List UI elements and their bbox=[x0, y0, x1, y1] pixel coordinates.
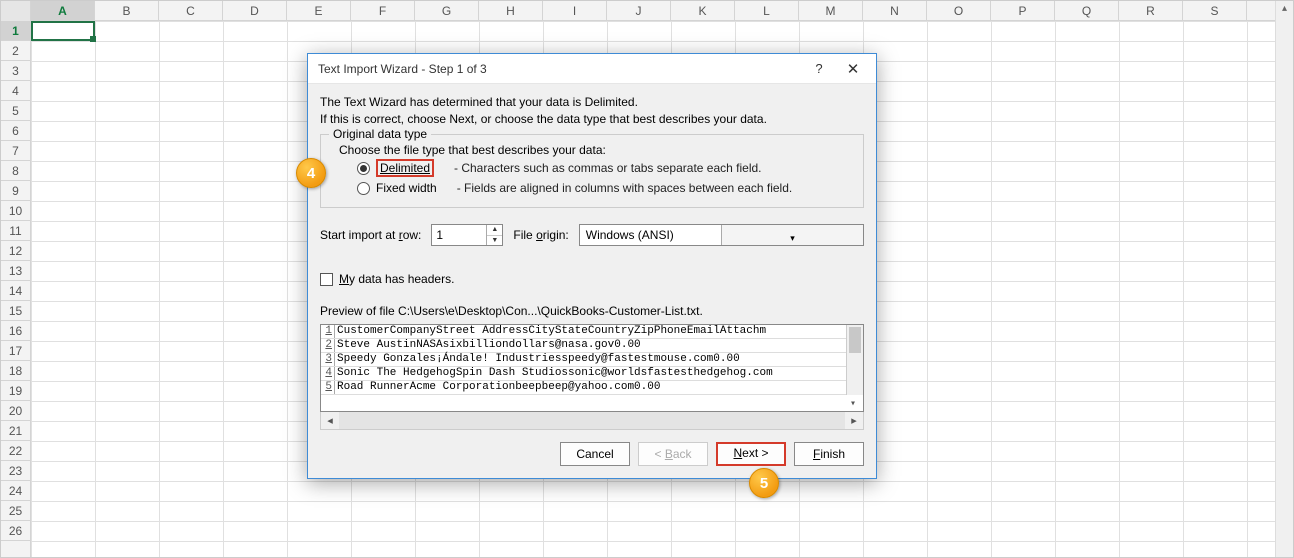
dialog-titlebar[interactable]: Text Import Wizard - Step 1 of 3 ? ✕ bbox=[308, 54, 876, 84]
group-hint: Choose the file type that best describes… bbox=[329, 143, 855, 157]
column-header-J[interactable]: J bbox=[607, 1, 671, 20]
scroll-left-icon[interactable]: ◂ bbox=[321, 414, 339, 427]
scroll-up-icon[interactable]: ▴ bbox=[1276, 1, 1293, 19]
radio-fixed-label[interactable]: Fixed width bbox=[376, 181, 437, 195]
preview-horizontal-scrollbar[interactable]: ◂ ▸ bbox=[320, 412, 864, 430]
preview-label: Preview of file C:\Users\e\Desktop\Con..… bbox=[320, 304, 864, 318]
column-header-E[interactable]: E bbox=[287, 1, 351, 20]
column-header-S[interactable]: S bbox=[1183, 1, 1247, 20]
column-header-N[interactable]: N bbox=[863, 1, 927, 20]
row-header-18[interactable]: 18 bbox=[1, 361, 30, 381]
row-header-10[interactable]: 10 bbox=[1, 201, 30, 221]
column-header-M[interactable]: M bbox=[799, 1, 863, 20]
file-origin-combo[interactable]: Windows (ANSI) ▾ bbox=[579, 224, 864, 246]
preview-box: 1CustomerCompanyStreet AddressCityStateC… bbox=[320, 324, 864, 412]
dialog-title: Text Import Wizard - Step 1 of 3 bbox=[318, 62, 802, 76]
row-header-4[interactable]: 4 bbox=[1, 81, 30, 101]
row-header-15[interactable]: 15 bbox=[1, 301, 30, 321]
row-header-7[interactable]: 7 bbox=[1, 141, 30, 161]
row-header-9[interactable]: 9 bbox=[1, 181, 30, 201]
row-header-20[interactable]: 20 bbox=[1, 401, 30, 421]
row-headers: 1234567891011121314151617181920212223242… bbox=[1, 21, 31, 557]
intro-text-2: If this is correct, choose Next, or choo… bbox=[320, 112, 864, 126]
column-header-P[interactable]: P bbox=[991, 1, 1055, 20]
original-data-type-group: Original data type Choose the file type … bbox=[320, 134, 864, 208]
row-header-8[interactable]: 8 bbox=[1, 161, 30, 181]
row-header-1[interactable]: 1 bbox=[1, 21, 30, 41]
radio-delimited-desc: - Characters such as commas or tabs sepa… bbox=[454, 161, 761, 175]
row-header-23[interactable]: 23 bbox=[1, 461, 30, 481]
intro-text-1: The Text Wizard has determined that your… bbox=[320, 95, 864, 109]
row-header-6[interactable]: 6 bbox=[1, 121, 30, 141]
column-header-O[interactable]: O bbox=[927, 1, 991, 20]
preview-line: 1CustomerCompanyStreet AddressCityStateC… bbox=[321, 325, 863, 339]
select-all-corner[interactable] bbox=[1, 1, 31, 21]
row-header-16[interactable]: 16 bbox=[1, 321, 30, 341]
group-legend: Original data type bbox=[329, 127, 431, 141]
headers-checkbox-label[interactable]: My data has headers. bbox=[339, 272, 454, 286]
vertical-scrollbar[interactable]: ▴ bbox=[1275, 1, 1293, 557]
finish-button[interactable]: Finish bbox=[794, 442, 864, 466]
preview-line: 2Steve AustinNASAsixbilliondollars@nasa.… bbox=[321, 339, 863, 353]
callout-badge-5: 5 bbox=[749, 468, 779, 498]
column-headers: ABCDEFGHIJKLMNOPQRS bbox=[1, 1, 1293, 21]
cancel-button[interactable]: Cancel bbox=[560, 442, 630, 466]
preview-line: 3Speedy Gonzales¡Ándale! Industriesspeed… bbox=[321, 353, 863, 367]
column-header-L[interactable]: L bbox=[735, 1, 799, 20]
file-origin-value: Windows (ANSI) bbox=[580, 225, 721, 245]
column-header-D[interactable]: D bbox=[223, 1, 287, 20]
radio-delimited-label[interactable]: Delimited bbox=[376, 159, 434, 177]
row-header-14[interactable]: 14 bbox=[1, 281, 30, 301]
column-header-Q[interactable]: Q bbox=[1055, 1, 1119, 20]
row-header-22[interactable]: 22 bbox=[1, 441, 30, 461]
preview-line: 4Sonic The HedgehogSpin Dash Studiossoni… bbox=[321, 367, 863, 381]
row-header-2[interactable]: 2 bbox=[1, 41, 30, 61]
row-header-12[interactable]: 12 bbox=[1, 241, 30, 261]
callout-badge-4: 4 bbox=[296, 158, 326, 188]
row-header-19[interactable]: 19 bbox=[1, 381, 30, 401]
spinner-down-icon[interactable]: ▼ bbox=[487, 236, 502, 246]
start-row-label: Start import at row: bbox=[320, 228, 421, 242]
start-row-input[interactable] bbox=[432, 225, 486, 245]
back-button: < Back bbox=[638, 442, 708, 466]
column-header-R[interactable]: R bbox=[1119, 1, 1183, 20]
spinner-up-icon[interactable]: ▲ bbox=[487, 225, 502, 236]
column-header-B[interactable]: B bbox=[95, 1, 159, 20]
help-button[interactable]: ? bbox=[802, 61, 836, 76]
start-row-spinner[interactable]: ▲ ▼ bbox=[431, 224, 503, 246]
column-header-F[interactable]: F bbox=[351, 1, 415, 20]
scroll-right-icon[interactable]: ▸ bbox=[845, 414, 863, 427]
radio-delimited[interactable] bbox=[357, 162, 370, 175]
column-header-I[interactable]: I bbox=[543, 1, 607, 20]
next-button[interactable]: Next > bbox=[716, 442, 786, 466]
row-header-25[interactable]: 25 bbox=[1, 501, 30, 521]
text-import-wizard-dialog: Text Import Wizard - Step 1 of 3 ? ✕ The… bbox=[307, 53, 877, 479]
column-header-G[interactable]: G bbox=[415, 1, 479, 20]
row-header-3[interactable]: 3 bbox=[1, 61, 30, 81]
radio-fixed-width[interactable] bbox=[357, 182, 370, 195]
radio-fixed-desc: - Fields are aligned in columns with spa… bbox=[457, 181, 793, 195]
row-header-13[interactable]: 13 bbox=[1, 261, 30, 281]
row-header-5[interactable]: 5 bbox=[1, 101, 30, 121]
row-header-26[interactable]: 26 bbox=[1, 521, 30, 541]
row-header-24[interactable]: 24 bbox=[1, 481, 30, 501]
file-origin-label: File origin: bbox=[513, 228, 568, 242]
column-header-C[interactable]: C bbox=[159, 1, 223, 20]
row-header-21[interactable]: 21 bbox=[1, 421, 30, 441]
headers-checkbox[interactable] bbox=[320, 273, 333, 286]
row-header-11[interactable]: 11 bbox=[1, 221, 30, 241]
chevron-down-icon[interactable]: ▾ bbox=[721, 225, 863, 245]
row-header-17[interactable]: 17 bbox=[1, 341, 30, 361]
close-button[interactable]: ✕ bbox=[836, 60, 870, 78]
column-header-A[interactable]: A bbox=[31, 1, 95, 20]
preview-line: 5Road RunnerAcme Corporationbeepbeep@yah… bbox=[321, 381, 863, 395]
column-header-K[interactable]: K bbox=[671, 1, 735, 20]
preview-vertical-scrollbar[interactable]: ▾ bbox=[846, 325, 863, 395]
scroll-down-icon[interactable]: ▾ bbox=[850, 398, 856, 410]
column-header-H[interactable]: H bbox=[479, 1, 543, 20]
